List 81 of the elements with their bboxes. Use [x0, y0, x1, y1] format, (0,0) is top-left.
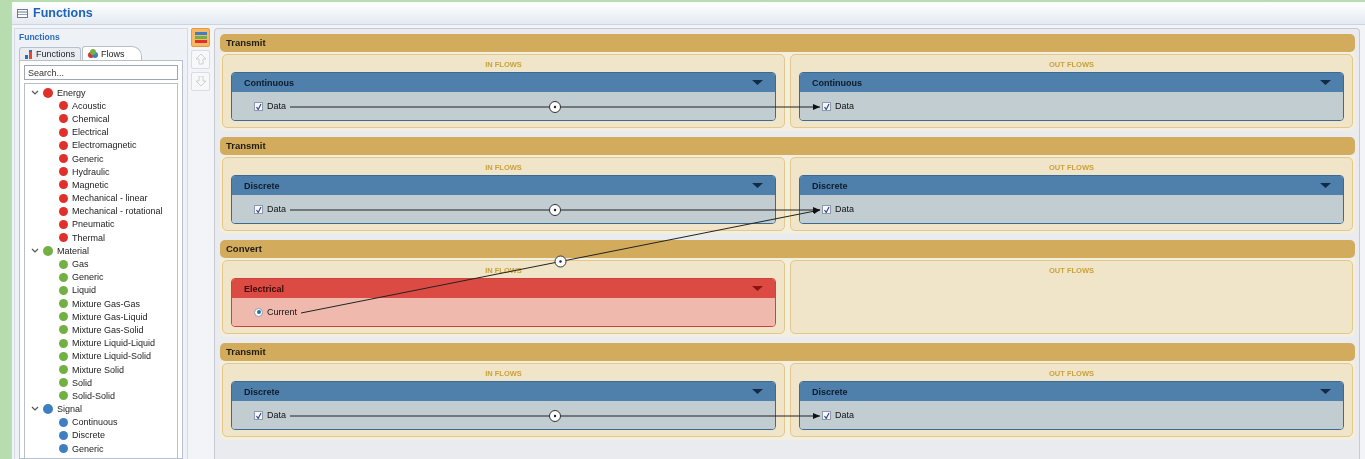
group-title: Discrete: [244, 386, 280, 397]
tab[interactable]: Flows: [82, 46, 142, 60]
toolbar-button[interactable]: [191, 28, 210, 47]
tree-item[interactable]: Mixture Gas-Gas: [72, 298, 140, 309]
tree-item[interactable]: Electromagnetic: [72, 140, 137, 151]
chevron-down-icon[interactable]: [31, 88, 39, 97]
dropdown-caret-icon[interactable]: [1320, 80, 1331, 85]
tree-item[interactable]: Generic: [72, 153, 104, 164]
tab[interactable]: Functions: [19, 47, 82, 60]
category-label: Signal: [57, 404, 83, 415]
tree-item[interactable]: Signal: [29, 402, 177, 416]
window-title: Functions: [33, 6, 93, 20]
arrow-up-icon: [195, 54, 206, 65]
tree-item[interactable]: Hydraulic: [72, 166, 110, 177]
tree-item[interactable]: Pneumatic: [72, 219, 115, 230]
connector-arrow[interactable]: [289, 410, 821, 422]
circles-icon: [88, 49, 99, 58]
radio-button[interactable]: [254, 307, 263, 317]
tree-item[interactable]: Generic: [72, 443, 104, 454]
tree-item[interactable]: Mixture Gas-Liquid: [72, 311, 148, 322]
function-header: Convert: [220, 240, 1355, 258]
dropdown-caret-icon[interactable]: [752, 286, 763, 291]
checkbox[interactable]: [254, 101, 263, 111]
group-title: Discrete: [812, 180, 848, 191]
tree-item[interactable]: Solid: [72, 377, 92, 388]
flow-label: Data: [835, 204, 854, 214]
function-header: Transmit: [220, 34, 1355, 52]
dropdown-caret-icon[interactable]: [752, 389, 763, 394]
flow-label: Data: [267, 410, 286, 420]
function-header: Transmit: [220, 137, 1355, 155]
tree-item[interactable]: Solid-Solid: [72, 390, 116, 401]
flow-label: Data: [835, 410, 854, 420]
checkbox[interactable]: [254, 204, 263, 214]
checkbox[interactable]: [822, 204, 831, 214]
arrow-down-icon: [195, 76, 206, 87]
tree-item[interactable]: Mixture Solid: [72, 364, 125, 375]
tree-item[interactable]: Mechanical - rotational: [72, 206, 163, 217]
tree-item[interactable]: Chemical: [72, 113, 110, 124]
connector-arrow[interactable]: [300, 208, 821, 314]
tree-item[interactable]: Acoustic: [72, 100, 106, 111]
tree-item[interactable]: Energy: [29, 86, 177, 100]
checkbox[interactable]: [254, 410, 263, 420]
flow-label: Data: [267, 204, 286, 214]
category-label: Energy: [57, 87, 86, 98]
group-title: Electrical: [244, 283, 285, 294]
search-field[interactable]: Search...: [24, 65, 178, 80]
group-title: Discrete: [812, 386, 848, 397]
tree-item[interactable]: Mixture Liquid-Liquid: [72, 338, 156, 349]
category-label: Material: [57, 245, 89, 256]
tree-item[interactable]: Liquid: [72, 285, 97, 296]
dropdown-caret-icon[interactable]: [1320, 183, 1331, 188]
tree-item[interactable]: Gas: [72, 259, 89, 270]
group-title: Discrete: [244, 180, 280, 191]
panel-title: Functions: [18, 31, 61, 44]
tree-item[interactable]: Mixture Gas-Solid: [72, 324, 144, 335]
chevron-down-icon[interactable]: [31, 246, 39, 255]
function-header: Transmit: [220, 343, 1355, 361]
checkbox[interactable]: [822, 410, 831, 420]
group-title: Continuous: [812, 77, 862, 88]
tree-item[interactable]: Mechanical - linear: [72, 193, 148, 204]
tree-item[interactable]: Discrete: [72, 430, 105, 441]
dropdown-caret-icon[interactable]: [1320, 389, 1331, 394]
dropdown-caret-icon[interactable]: [752, 183, 763, 188]
flow-label: Current: [267, 307, 297, 317]
tree-item[interactable]: Continuous: [72, 417, 118, 428]
flow-label: Data: [267, 101, 286, 111]
connector-arrow[interactable]: [289, 101, 821, 113]
tree-item[interactable]: Thermal: [72, 232, 105, 243]
tree-item[interactable]: Generic: [72, 272, 104, 283]
window-icon: [17, 8, 28, 18]
chart-icon: [25, 49, 33, 59]
group-title: Continuous: [244, 77, 294, 88]
tree-item[interactable]: Magnetic: [72, 179, 109, 190]
connector-arrow[interactable]: [289, 204, 821, 216]
tree-item[interactable]: Mixture Liquid-Solid: [72, 351, 152, 362]
checkbox[interactable]: [822, 101, 831, 111]
flow-label: Data: [835, 101, 854, 111]
stacked-bars-icon: [194, 32, 207, 43]
tree-item[interactable]: Material: [29, 244, 177, 258]
dropdown-caret-icon[interactable]: [752, 80, 763, 85]
tree-item[interactable]: Electrical: [72, 127, 109, 138]
